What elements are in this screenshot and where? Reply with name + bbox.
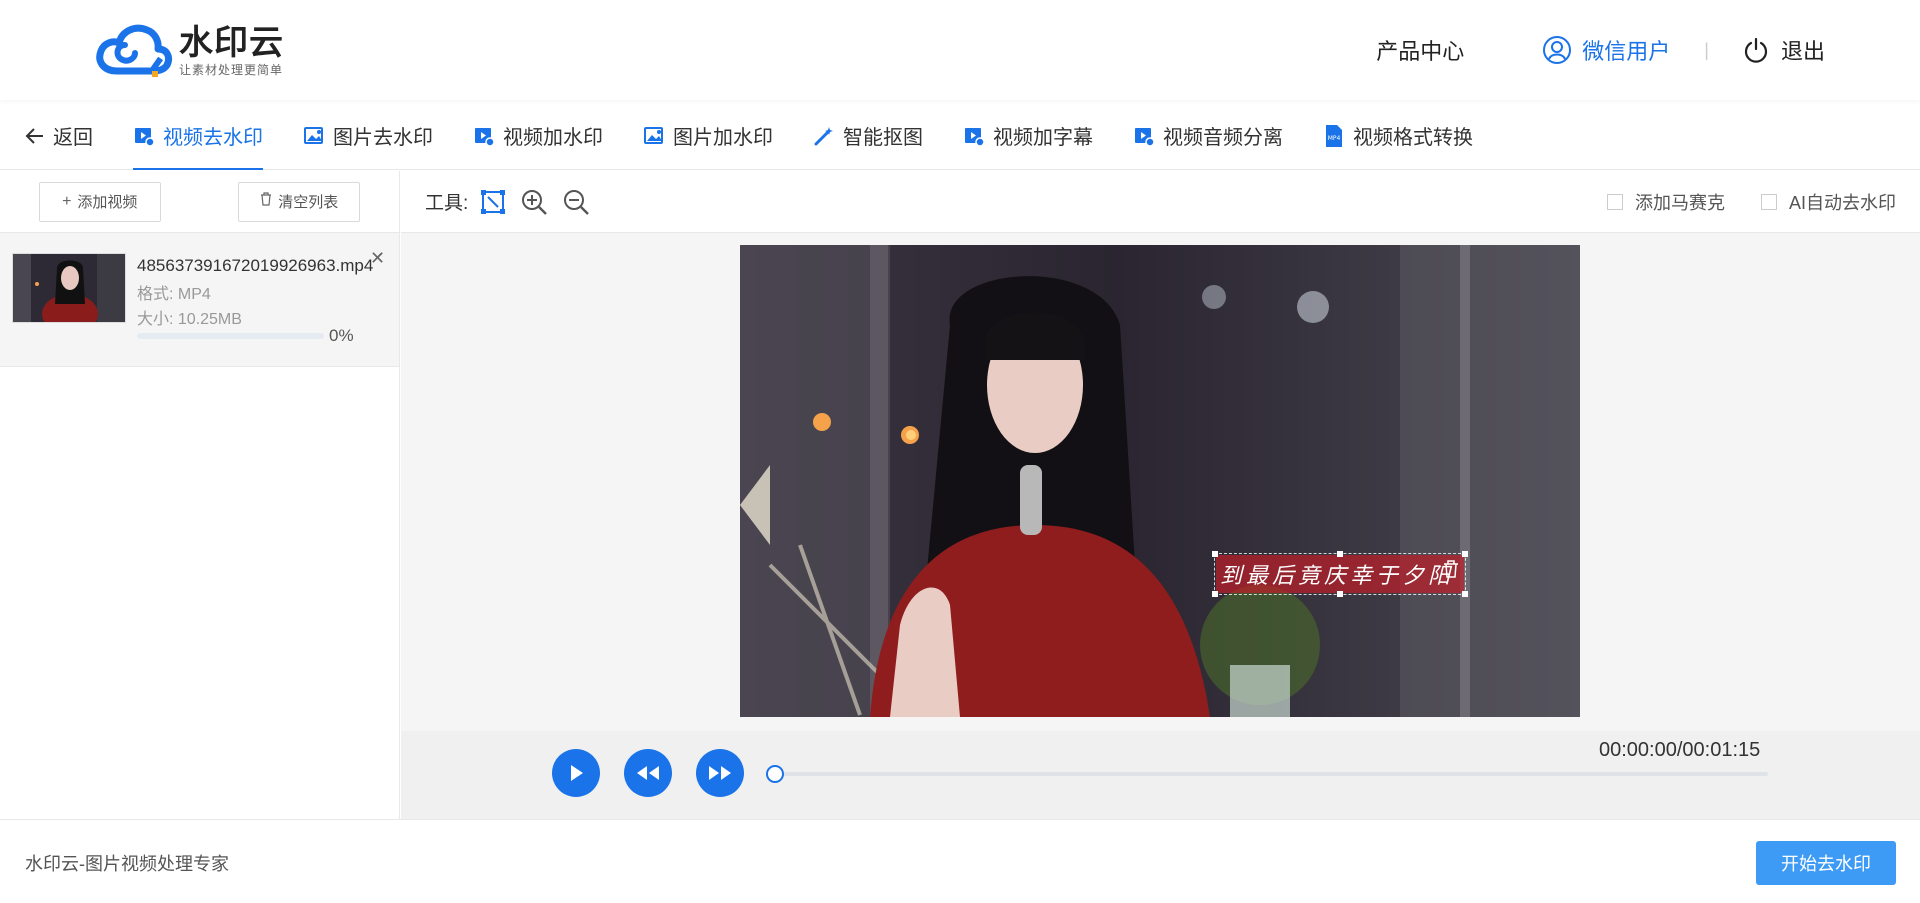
watermark-selection-box[interactable]: [1212, 551, 1468, 597]
seek-handle[interactable]: [766, 765, 784, 783]
seek-bar[interactable]: [776, 772, 1768, 776]
tab-video-format-conversion[interactable]: MP4 视频格式转换: [1323, 102, 1473, 170]
video-icon: [965, 127, 985, 147]
tool-tabs: 返回 视频去水印 图片去水印 视频加水印 图片加水印 智能抠图 视频加字幕 视频…: [0, 102, 1920, 170]
svg-text:MP4: MP4: [1328, 135, 1341, 142]
cloud-logo-icon: [95, 21, 175, 79]
file-list-toolbar: + 添加视频 清空列表: [0, 171, 399, 233]
video-preview[interactable]: 到最后竟庆幸于夕阳: [740, 245, 1580, 717]
image-icon: [304, 126, 323, 144]
trash-icon[interactable]: [1443, 560, 1459, 583]
back-button[interactable]: 返回: [25, 102, 93, 170]
tab-video-add-subtitle[interactable]: 视频加字幕: [963, 102, 1093, 170]
magic-wand-icon: [814, 126, 833, 145]
tab-label: 智能抠图: [843, 127, 923, 149]
add-mosaic-label: 添加马赛克: [1634, 193, 1725, 213]
tab-label: 图片加水印: [673, 127, 773, 149]
playback-time: 00:00:00/00:01:15: [1599, 739, 1761, 761]
back-label: 返回: [53, 127, 93, 149]
tab-image-watermark-removal[interactable]: 图片去水印: [303, 102, 433, 170]
product-center-link[interactable]: 产品中心: [1376, 34, 1464, 66]
plus-icon: +: [62, 192, 72, 210]
video-frame: [740, 245, 1580, 717]
file-name: 485637391672019926963.mp4: [137, 256, 374, 275]
video-thumbnail: [12, 253, 126, 323]
ai-auto-remove-label: AI自动去水印: [1788, 193, 1896, 213]
fast-forward-icon: [709, 766, 731, 780]
power-icon: [1744, 37, 1768, 63]
video-icon: [475, 127, 495, 147]
user-menu[interactable]: 微信用户: [1542, 34, 1670, 66]
video-player-controls: 00:00:00/00:01:15: [401, 731, 1920, 819]
zoom-in-icon[interactable]: [520, 188, 548, 216]
fast-forward-button[interactable]: [696, 749, 744, 797]
resize-handle[interactable]: [1212, 591, 1218, 597]
ai-auto-remove-checkbox[interactable]: AI自动去水印: [1760, 189, 1896, 215]
tab-label: 视频加水印: [503, 127, 603, 149]
rewind-icon: [637, 766, 659, 780]
tab-video-add-watermark[interactable]: 视频加水印: [473, 102, 603, 170]
rewind-button[interactable]: [624, 749, 672, 797]
logo-subtitle: 让素材处理更简单: [179, 63, 284, 77]
tab-video-watermark-removal[interactable]: 视频去水印: [133, 102, 263, 170]
checkbox-box[interactable]: [1760, 194, 1777, 210]
image-icon: [644, 126, 663, 144]
tab-label: 视频加字幕: [993, 127, 1093, 149]
file-progress-bar: [137, 333, 324, 339]
editor-toolbar: 工具: 添加马赛克 AI自动去水印: [401, 171, 1920, 233]
file-list-item[interactable]: 485637391672019926963.mp4 格式: MP4 大小: 10…: [0, 233, 399, 367]
file-progress-text: 0%: [329, 326, 354, 345]
play-icon: [571, 765, 583, 781]
tab-label: 视频音频分离: [1163, 127, 1283, 149]
tab-label: 视频去水印: [163, 127, 263, 149]
editor-options: 添加马赛克 AI自动去水印: [1571, 171, 1896, 233]
resize-handle[interactable]: [1462, 551, 1468, 557]
add-video-button[interactable]: + 添加视频: [38, 181, 161, 222]
tab-image-add-watermark[interactable]: 图片加水印: [643, 102, 773, 170]
arrow-left-icon: [25, 127, 43, 144]
resize-handle[interactable]: [1337, 551, 1343, 557]
close-icon[interactable]: ✕: [370, 248, 385, 269]
logo-title: 水印云: [179, 24, 284, 62]
add-mosaic-checkbox[interactable]: 添加马赛克: [1606, 189, 1725, 215]
nav-separator: |: [1704, 39, 1709, 60]
mp4-file-icon: MP4: [1326, 124, 1342, 147]
video-icon: [135, 127, 155, 147]
resize-handle[interactable]: [1212, 551, 1218, 557]
trash-icon: [260, 192, 272, 211]
tools-label: 工具:: [425, 193, 469, 214]
resize-handle[interactable]: [1337, 591, 1343, 597]
tab-label: 图片去水印: [333, 127, 433, 149]
tab-smart-cutout[interactable]: 智能抠图: [813, 102, 923, 170]
user-avatar-icon: [1543, 36, 1572, 64]
add-video-label: 添加视频: [77, 194, 138, 211]
file-format: 格式: MP4: [137, 286, 211, 303]
footer-tagline: 水印云-图片视频处理专家: [25, 854, 229, 874]
logout-button[interactable]: 退出: [1743, 34, 1825, 66]
file-list-panel: + 添加视频 清空列表 485637391672019926963.mp4 格式…: [0, 171, 400, 819]
zoom-out-icon[interactable]: [562, 188, 590, 216]
resize-handle[interactable]: [1462, 591, 1468, 597]
file-size: 大小: 10.25MB: [137, 311, 242, 328]
select-region-icon[interactable]: [480, 189, 506, 215]
video-icon: [1135, 127, 1155, 147]
user-name: 微信用户: [1582, 39, 1671, 64]
tab-label: 视频格式转换: [1353, 127, 1473, 149]
checkbox-box[interactable]: [1606, 194, 1623, 210]
footer: 水印云-图片视频处理专家 开始去水印: [0, 819, 1920, 903]
header: 水印云 让素材处理更简单 产品中心 微信用户 | 退出: [0, 0, 1920, 100]
logo[interactable]: 水印云 让素材处理更简单: [95, 20, 284, 80]
play-button[interactable]: [552, 749, 600, 797]
clear-list-label: 清空列表: [278, 194, 339, 211]
tab-video-audio-separation[interactable]: 视频音频分离: [1133, 102, 1283, 170]
editor-area: 工具: 添加马赛克 AI自动去水印 到最后竟庆幸于夕阳 00:00:00/00:…: [401, 171, 1920, 819]
header-nav: 产品中心 微信用户 | 退出: [1376, 30, 1825, 70]
clear-list-button[interactable]: 清空列表: [238, 181, 361, 222]
start-remove-watermark-button[interactable]: 开始去水印: [1756, 841, 1896, 885]
logout-label: 退出: [1780, 39, 1825, 64]
